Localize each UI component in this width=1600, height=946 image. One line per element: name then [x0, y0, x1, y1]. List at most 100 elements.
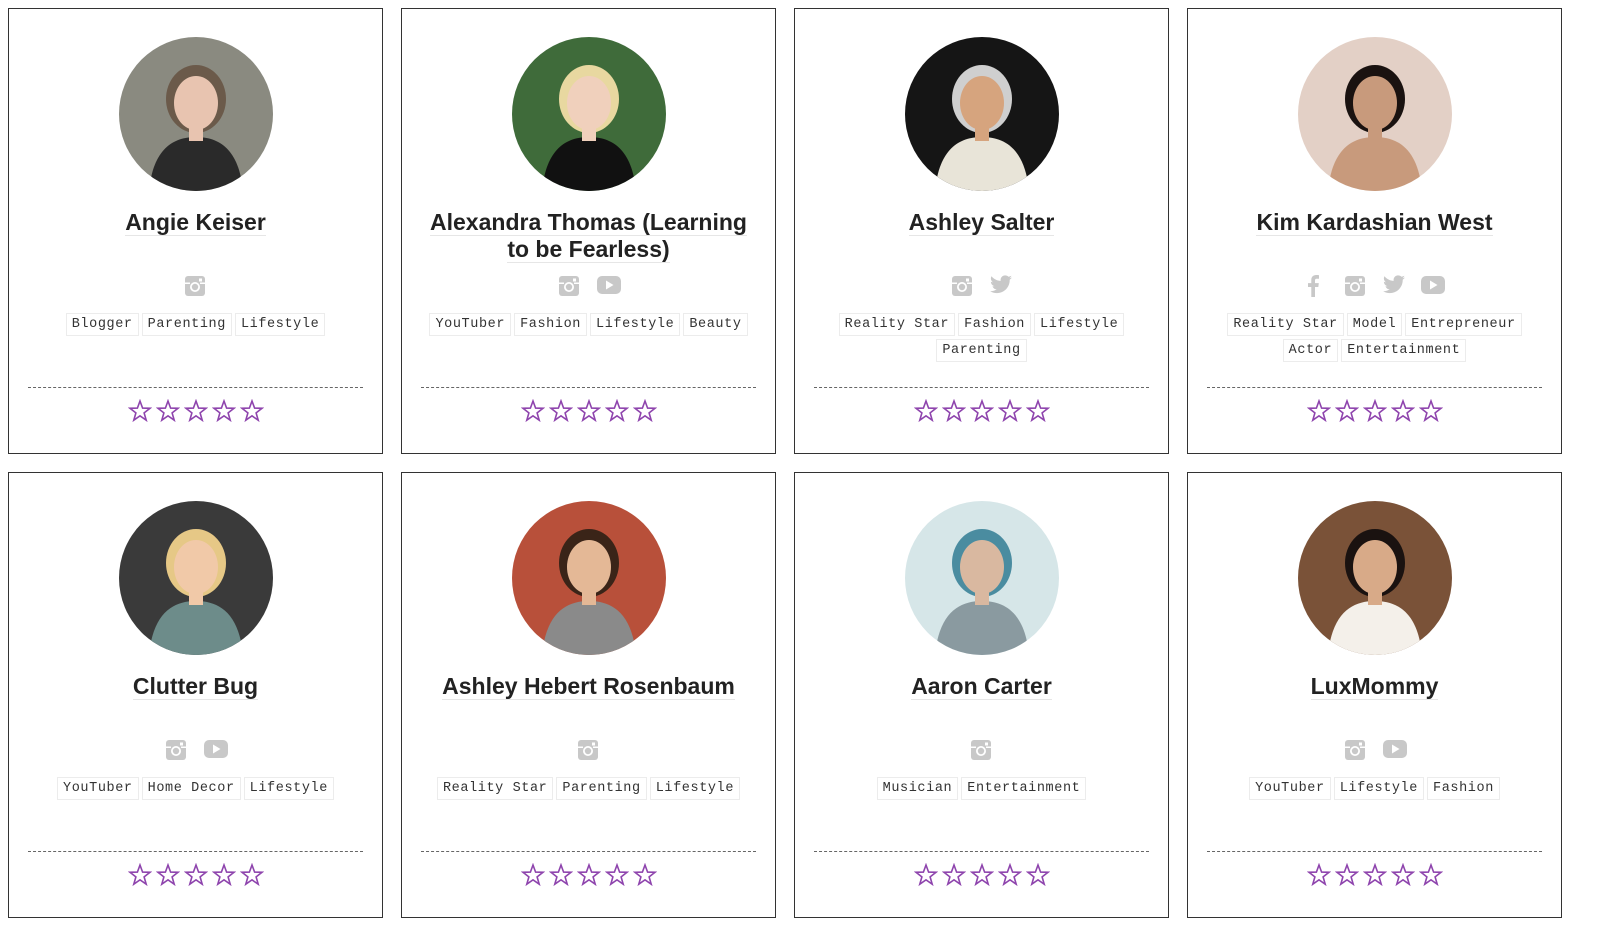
star-2-icon[interactable] — [155, 862, 180, 887]
star-3-icon[interactable] — [969, 398, 994, 423]
category-tag[interactable]: Model — [1346, 313, 1403, 336]
star-5-icon[interactable] — [1418, 862, 1443, 887]
category-tag[interactable]: Parenting — [141, 313, 232, 336]
category-tag[interactable]: Actor — [1282, 339, 1339, 362]
category-tag[interactable]: Parenting — [936, 339, 1027, 362]
influencer-card-2[interactable]: Alexandra Thomas (Learning to be Fearles… — [401, 8, 776, 454]
influencer-name[interactable]: LuxMommy — [1208, 673, 1541, 700]
instagram-icon[interactable] — [165, 739, 189, 761]
avatar[interactable] — [905, 501, 1059, 655]
star-5-icon[interactable] — [632, 398, 657, 423]
star-1-icon[interactable] — [520, 862, 545, 887]
twitter-icon[interactable] — [1382, 275, 1406, 297]
influencer-card-1[interactable]: Angie Keiser Blogger Parenting Lifestyle — [8, 8, 383, 454]
influencer-name-text[interactable]: Alexandra Thomas (Learning to be Fearles… — [430, 209, 747, 263]
star-rating[interactable] — [1188, 862, 1561, 887]
star-5-icon[interactable] — [632, 862, 657, 887]
star-2-icon[interactable] — [155, 398, 180, 423]
star-1-icon[interactable] — [1306, 398, 1331, 423]
instagram-icon[interactable] — [577, 739, 601, 761]
instagram-icon[interactable] — [558, 275, 582, 297]
category-tag[interactable]: Entertainment — [961, 777, 1087, 800]
star-4-icon[interactable] — [604, 398, 629, 423]
star-1-icon[interactable] — [127, 398, 152, 423]
star-1-icon[interactable] — [1306, 862, 1331, 887]
category-tag[interactable]: Home Decor — [141, 777, 241, 800]
category-tag[interactable]: Blogger — [65, 313, 139, 336]
influencer-name[interactable]: Ashley Salter — [815, 209, 1148, 236]
star-1-icon[interactable] — [520, 398, 545, 423]
star-rating[interactable] — [1188, 398, 1561, 423]
influencer-name-text[interactable]: Clutter Bug — [132, 673, 259, 700]
star-rating[interactable] — [402, 398, 775, 423]
influencer-name-text[interactable]: Angie Keiser — [125, 209, 266, 236]
influencer-name-text[interactable]: LuxMommy — [1310, 673, 1439, 700]
star-5-icon[interactable] — [1025, 398, 1050, 423]
category-tag[interactable]: Reality Star — [436, 777, 554, 800]
star-1-icon[interactable] — [913, 398, 938, 423]
star-2-icon[interactable] — [548, 398, 573, 423]
star-2-icon[interactable] — [941, 398, 966, 423]
category-tag[interactable]: Lifestyle — [1333, 777, 1424, 800]
star-4-icon[interactable] — [1390, 398, 1415, 423]
instagram-icon[interactable] — [184, 275, 208, 297]
influencer-card-8[interactable]: LuxMommy YouTuber Lifestyle Fashion — [1187, 472, 1562, 918]
category-tag[interactable]: Reality Star — [838, 313, 956, 336]
twitter-icon[interactable] — [989, 275, 1013, 297]
influencer-name-text[interactable]: Ashley Hebert Rosenbaum — [442, 673, 735, 700]
category-tag[interactable]: Fashion — [514, 313, 587, 336]
star-3-icon[interactable] — [1362, 862, 1387, 887]
star-rating[interactable] — [9, 398, 382, 423]
category-tag[interactable]: Fashion — [1427, 777, 1500, 800]
influencer-card-5[interactable]: Clutter Bug YouTuber Home Decor Lifestyle — [8, 472, 383, 918]
category-tag[interactable]: Fashion — [958, 313, 1032, 336]
avatar[interactable] — [119, 501, 273, 655]
star-2-icon[interactable] — [1334, 398, 1359, 423]
influencer-name[interactable]: Ashley Hebert Rosenbaum — [422, 673, 755, 700]
influencer-card-3[interactable]: Ashley Salter Reality Star Fashion Lifesty… — [794, 8, 1169, 454]
star-3-icon[interactable] — [576, 398, 601, 423]
youtube-icon[interactable] — [1420, 275, 1445, 297]
influencer-name-text[interactable]: Aaron Carter — [911, 673, 1052, 700]
star-4-icon[interactable] — [1390, 862, 1415, 887]
category-tag[interactable]: YouTuber — [429, 313, 512, 336]
instagram-icon[interactable] — [1344, 739, 1368, 761]
star-4-icon[interactable] — [997, 398, 1022, 423]
category-tag[interactable]: Musician — [876, 777, 959, 800]
instagram-icon[interactable] — [951, 275, 975, 297]
avatar[interactable] — [512, 501, 666, 655]
category-tag[interactable]: Lifestyle — [234, 313, 326, 336]
influencer-name[interactable]: Alexandra Thomas (Learning to be Fearles… — [422, 209, 755, 263]
influencer-name-text[interactable]: Ashley Salter — [908, 209, 1055, 236]
category-tag[interactable]: Entertainment — [1341, 339, 1467, 362]
influencer-name[interactable]: Clutter Bug — [29, 673, 362, 700]
category-tag[interactable]: YouTuber — [57, 777, 139, 800]
star-5-icon[interactable] — [239, 862, 264, 887]
category-tag[interactable]: Reality Star — [1227, 313, 1344, 336]
star-3-icon[interactable] — [576, 862, 601, 887]
category-tag[interactable]: Lifestyle — [1034, 313, 1125, 336]
star-1-icon[interactable] — [127, 862, 152, 887]
category-tag[interactable]: Lifestyle — [243, 777, 334, 800]
star-2-icon[interactable] — [1334, 862, 1359, 887]
influencer-card-4[interactable]: Kim Kardashian West Reality Star Model Ent… — [1187, 8, 1562, 454]
influencer-card-7[interactable]: Aaron Carter Musician Entertainment — [794, 472, 1169, 918]
star-4-icon[interactable] — [211, 862, 236, 887]
influencer-name-text[interactable]: Kim Kardashian West — [1256, 209, 1493, 236]
star-rating[interactable] — [795, 398, 1168, 423]
influencer-name[interactable]: Angie Keiser — [29, 209, 362, 236]
category-tag[interactable]: Parenting — [556, 777, 647, 800]
star-3-icon[interactable] — [183, 862, 208, 887]
facebook-icon[interactable] — [1306, 275, 1330, 297]
youtube-icon[interactable] — [596, 275, 621, 297]
youtube-icon[interactable] — [203, 739, 228, 761]
star-2-icon[interactable] — [548, 862, 573, 887]
youtube-icon[interactable] — [1382, 739, 1407, 761]
star-rating[interactable] — [9, 862, 382, 887]
influencer-card-6[interactable]: Ashley Hebert Rosenbaum Reality Star Pare… — [401, 472, 776, 918]
instagram-icon[interactable] — [1344, 275, 1368, 297]
category-tag[interactable]: Lifestyle — [590, 313, 681, 336]
avatar[interactable] — [512, 37, 666, 191]
star-3-icon[interactable] — [969, 862, 994, 887]
star-rating[interactable] — [402, 862, 775, 887]
